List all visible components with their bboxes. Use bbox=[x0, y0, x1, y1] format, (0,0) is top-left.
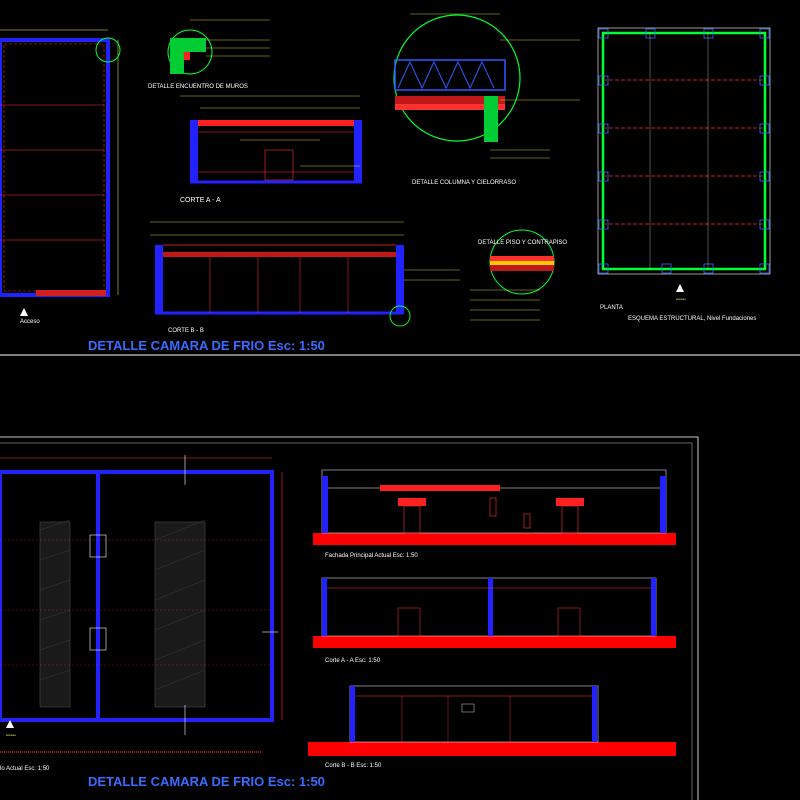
lower-corte-bb-label: Corte B - B Esc: 1:50 bbox=[325, 763, 382, 769]
esquema-label: ESQUEMA ESTRUCTURAL, Nivel Fundaciones bbox=[628, 316, 756, 322]
upper-plan-acceso-label: Acceso bbox=[20, 319, 40, 325]
lower-sheet: Acceso lo Actual Esc: 1:50 Fachada Princ… bbox=[0, 436, 699, 800]
lower-plan-acceso-label: Acceso bbox=[6, 733, 16, 737]
upper-sheet-title: DETALLE CAMARA DE FRIO Esc: 1:50 bbox=[88, 338, 325, 353]
detalle-encuentro-label: DETALLE ENCUENTRO DE MUROS bbox=[148, 84, 248, 90]
cad-drawing-canvas: Acceso DETALLE ENCUENTRO DE MUROS CORTE … bbox=[0, 0, 800, 800]
lower-sheet-title: DETALLE CAMARA DE FRIO Esc: 1:50 bbox=[88, 774, 325, 789]
lower-floor-plan: Acceso lo Actual Esc: 1:50 bbox=[0, 455, 283, 772]
corte-aa-section: CORTE A - A bbox=[180, 95, 362, 204]
detalle-columna-label: DETALLE COLUMNA Y CIELORRASO bbox=[412, 180, 516, 186]
fachada-label: Fachada Principal Actual Esc: 1:50 bbox=[325, 553, 418, 559]
detalle-columna-cielorraso: DETALLE COLUMNA Y CIELORRASO bbox=[393, 13, 580, 186]
corte-bb-section: CORTE B - B bbox=[150, 221, 460, 334]
lower-corte-bb: Corte B - B Esc: 1:50 bbox=[308, 685, 676, 769]
planta-acceso-label: Acceso bbox=[676, 297, 686, 301]
detalle-piso-contrapiso: DETALLE PISO Y CONTRAPISO bbox=[470, 229, 567, 321]
planta-actual-label: lo Actual Esc: 1:50 bbox=[0, 766, 50, 772]
upper-left-plan: Acceso bbox=[0, 29, 121, 325]
fachada-principal: Fachada Principal Actual Esc: 1:50 bbox=[313, 469, 676, 559]
detalle-piso-label: DETALLE PISO Y CONTRAPISO bbox=[478, 240, 567, 246]
upper-sheet: Acceso DETALLE ENCUENTRO DE MUROS CORTE … bbox=[0, 13, 800, 356]
corte-aa-label: CORTE A - A bbox=[180, 197, 221, 204]
lower-corte-aa-label: Corte A - A Esc: 1:50 bbox=[325, 658, 381, 664]
lower-corte-aa: Corte A - A Esc: 1:50 bbox=[313, 577, 676, 664]
planta-estructural: Acceso PLANTA ESQUEMA ESTRUCTURAL, Nivel… bbox=[597, 27, 771, 322]
detalle-encuentro-muros: DETALLE ENCUENTRO DE MUROS bbox=[148, 19, 270, 90]
planta-label: PLANTA bbox=[600, 305, 623, 311]
corte-bb-label: CORTE B - B bbox=[168, 328, 204, 334]
cad-drawing: Acceso DETALLE ENCUENTRO DE MUROS CORTE … bbox=[0, 13, 800, 800]
